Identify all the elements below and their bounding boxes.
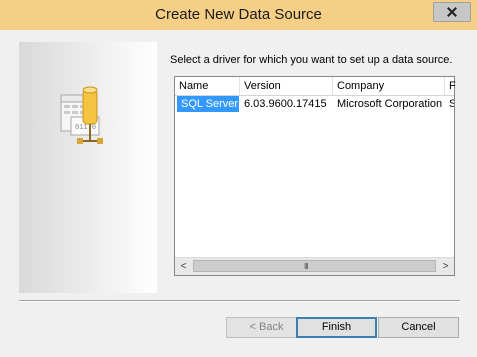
column-header-company[interactable]: Company (333, 77, 445, 95)
driver-file-cell: S (449, 98, 454, 110)
column-header-name[interactable]: Name (175, 77, 240, 95)
scroll-right-icon[interactable]: > (437, 258, 454, 275)
scroll-left-icon[interactable]: < (175, 258, 192, 275)
driver-list-header: Name Version Company F (175, 77, 456, 96)
window-title: Create New Data Source (155, 6, 322, 23)
driver-name-cell[interactable]: SQL Server (177, 96, 239, 112)
scroll-grip: III (304, 262, 309, 271)
driver-company-cell: Microsoft Corporation (337, 98, 443, 110)
table-row[interactable]: SQL Server 6.03.9600.17415 Microsoft Cor… (175, 96, 454, 112)
wizard-side-panel: 011 0 (19, 42, 157, 293)
column-header-version[interactable]: Version (240, 77, 333, 95)
scroll-thumb[interactable]: III (193, 260, 436, 272)
column-header-file[interactable]: F (445, 77, 456, 95)
separator-line (19, 300, 460, 302)
driver-version-cell: 6.03.9600.17415 (244, 98, 327, 110)
title-bar: Create New Data Source (0, 0, 477, 30)
close-icon[interactable] (433, 2, 471, 22)
finish-button[interactable]: Finish (296, 317, 377, 338)
dialog-body: 011 0 Select a driver for which you want… (8, 30, 469, 349)
art-binary-text: 011 0 (75, 124, 96, 132)
data-source-art-icon: 011 0 (60, 86, 103, 144)
back-button[interactable]: < Back (226, 317, 307, 338)
driver-list[interactable]: Name Version Company F SQL Server 6.03.9… (174, 76, 456, 276)
horizontal-scrollbar[interactable]: < III > (175, 257, 454, 275)
instruction-text: Select a driver for which you want to se… (170, 54, 453, 66)
cancel-button[interactable]: Cancel (378, 317, 459, 338)
